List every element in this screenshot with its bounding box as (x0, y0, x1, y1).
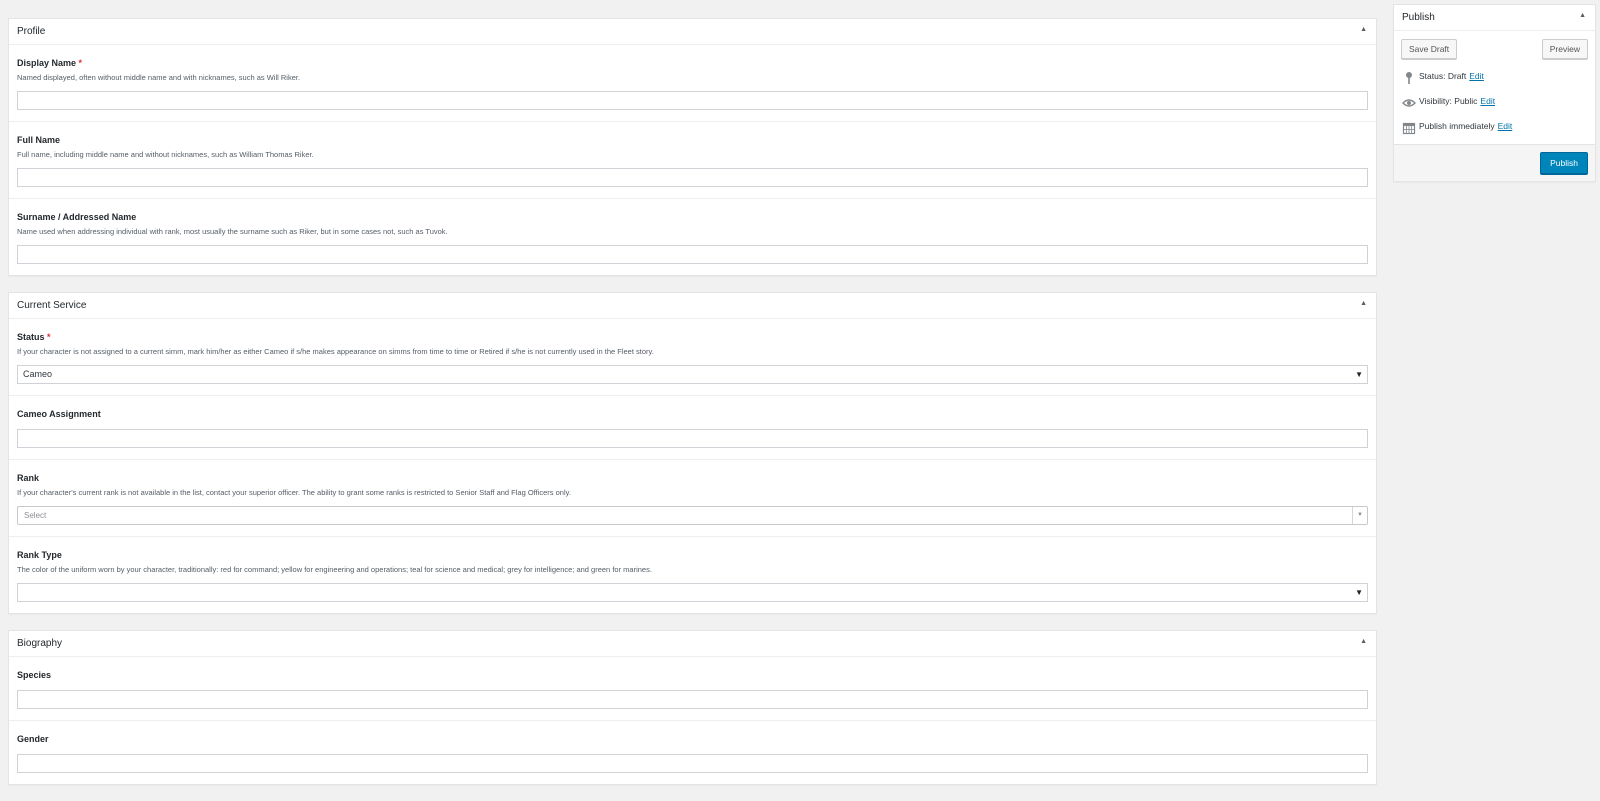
surname-description: Name used when addressing individual wit… (17, 227, 448, 236)
full-name-label: Full Name (17, 135, 61, 145)
cameo-assignment-input[interactable] (17, 429, 1368, 448)
full-name-input[interactable] (17, 168, 1368, 187)
visibility-row: Visibility: Public Edit (1394, 92, 1595, 117)
rank-type-label: Rank Type (17, 550, 62, 560)
rank-type-field: Rank Type The color of the uniform worn … (9, 537, 1376, 613)
schedule-text-wrap: Publish immediately Edit (1419, 121, 1512, 131)
status-label: Status * (17, 332, 51, 342)
rank-select-placeholder: Select (24, 511, 47, 520)
required-marker: * (47, 332, 51, 342)
status-description: If your character is not assigned to a c… (17, 347, 654, 356)
publish-box-header[interactable]: Publish ▲ (1394, 5, 1595, 31)
status-text-wrap: Status: Draft Edit (1419, 71, 1484, 81)
full-name-field: Full Name Full name, including middle na… (9, 122, 1376, 199)
cameo-assignment-field: Cameo Assignment (9, 396, 1376, 460)
gender-field: Gender (9, 721, 1376, 784)
publish-minor-actions: Save Draft Preview (1394, 31, 1595, 67)
gender-input[interactable] (17, 754, 1368, 773)
status-select[interactable]: Cameo ▼ (17, 365, 1368, 384)
dropdown-arrow-icon: ▼ (1355, 370, 1363, 379)
publish-major-actions: Publish (1394, 144, 1595, 181)
schedule-row: Publish immediately Edit (1394, 117, 1595, 142)
display-name-input[interactable] (17, 91, 1368, 110)
current-service-box: Current Service ▲ Status * If your chara… (8, 292, 1377, 614)
display-name-field: Display Name * Named displayed, often wi… (9, 45, 1376, 122)
collapse-arrow-up-icon[interactable]: ▲ (1360, 26, 1367, 33)
collapse-arrow-up-icon[interactable]: ▲ (1360, 638, 1367, 645)
collapse-arrow-up-icon[interactable]: ▲ (1360, 300, 1367, 307)
publish-button[interactable]: Publish (1540, 152, 1588, 174)
edit-schedule-link[interactable]: Edit (1498, 121, 1513, 131)
publish-schedule-text: Publish immediately (1419, 121, 1495, 131)
display-name-description: Named displayed, often without middle na… (17, 73, 301, 82)
edit-visibility-link[interactable]: Edit (1480, 96, 1495, 106)
cameo-assignment-label: Cameo Assignment (17, 409, 101, 419)
eye-icon (1402, 99, 1416, 107)
pin-icon (1406, 72, 1412, 84)
calendar-icon (1402, 122, 1416, 135)
status-select-value: Cameo (23, 369, 53, 379)
dropdown-arrow-icon: ▼ (1352, 507, 1367, 524)
required-marker: * (78, 58, 83, 68)
publish-box: Publish ▲ Save Draft Preview Status: Dra… (1393, 4, 1596, 182)
collapse-arrow-up-icon[interactable]: ▲ (1579, 12, 1586, 19)
current-service-box-header[interactable]: Current Service ▲ (9, 293, 1376, 319)
surname-label: Surname / Addressed Name (17, 212, 137, 222)
species-field: Species (9, 657, 1376, 721)
surname-field: Surname / Addressed Name Name used when … (9, 199, 1376, 275)
full-name-description: Full name, including middle name and wit… (17, 150, 314, 159)
profile-box-title: Profile (17, 26, 46, 37)
display-name-label: Display Name * (17, 58, 83, 68)
biography-box: Biography ▲ Species Gender (8, 630, 1377, 785)
biography-box-header[interactable]: Biography ▲ (9, 631, 1376, 657)
status-field: Status * If your character is not assign… (9, 319, 1376, 396)
save-draft-button[interactable]: Save Draft (1401, 39, 1458, 59)
rank-type-select[interactable]: ▼ (17, 583, 1368, 602)
rank-field: Rank If your character's current rank is… (9, 460, 1376, 537)
biography-box-title: Biography (17, 638, 63, 649)
rank-type-description: The color of the uniform worn by your ch… (17, 565, 652, 574)
profile-box-header[interactable]: Profile ▲ (9, 19, 1376, 45)
rank-description: If your character's current rank is not … (17, 488, 571, 497)
publish-status-text: Status: Draft (1419, 71, 1467, 81)
rank-select[interactable]: Select ▼ (17, 506, 1368, 525)
profile-box: Profile ▲ Display Name * Named displayed… (8, 18, 1377, 276)
rank-label: Rank (17, 473, 40, 483)
main-column: Profile ▲ Display Name * Named displayed… (8, 18, 1377, 801)
visibility-text-wrap: Visibility: Public Edit (1419, 96, 1495, 106)
sidebar: Publish ▲ Save Draft Preview Status: Dra… (1393, 4, 1596, 198)
gender-label: Gender (17, 734, 49, 744)
current-service-box-title: Current Service (17, 300, 87, 311)
species-input[interactable] (17, 690, 1368, 709)
species-label: Species (17, 670, 52, 680)
status-row: Status: Draft Edit (1394, 67, 1595, 92)
edit-status-link[interactable]: Edit (1469, 71, 1484, 81)
preview-button[interactable]: Preview (1541, 39, 1588, 59)
publish-visibility-text: Visibility: Public (1419, 96, 1478, 106)
dropdown-arrow-icon: ▼ (1355, 588, 1363, 597)
surname-input[interactable] (17, 245, 1368, 264)
publish-box-title: Publish (1402, 12, 1435, 23)
